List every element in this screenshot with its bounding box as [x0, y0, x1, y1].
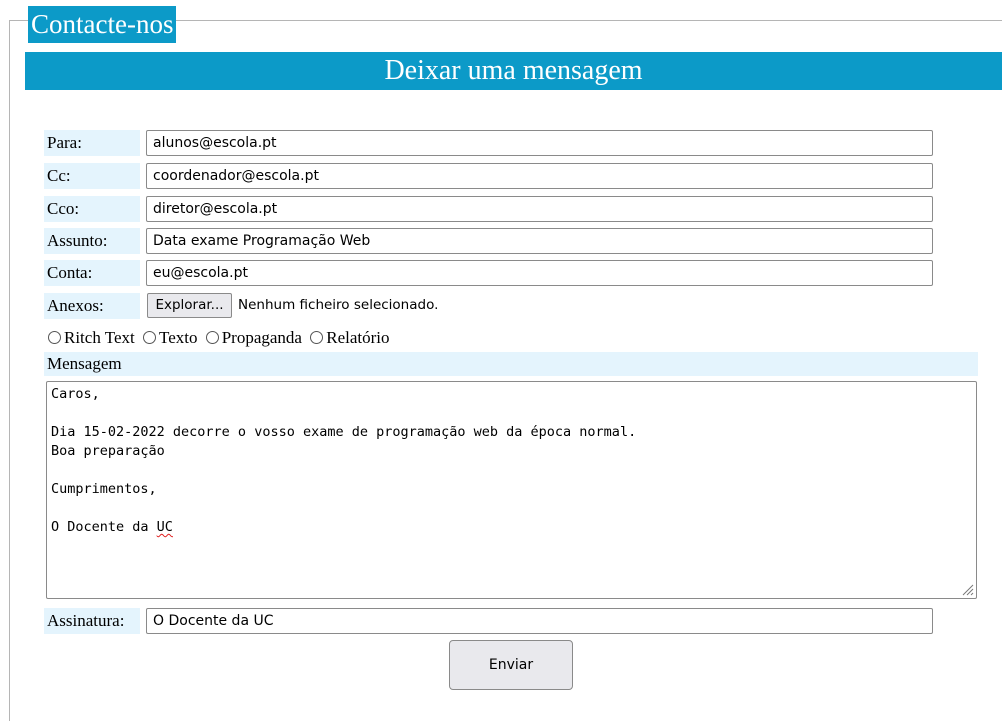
radio-option-relatorio[interactable]: Relatório	[310, 327, 390, 349]
cc-input[interactable]: coordenador@escola.pt	[146, 163, 933, 189]
para-label: Para:	[44, 130, 140, 156]
message-line: Caros,	[51, 386, 100, 402]
radio-button[interactable]	[310, 331, 324, 344]
message-line: Dia 15-02-2022 decorre o vosso exame de …	[51, 424, 637, 440]
cc-label: Cc:	[44, 163, 140, 189]
mensagem-label: Mensagem	[44, 352, 978, 376]
message-textarea[interactable]: Caros, Dia 15-02-2022 decorre o vosso ex…	[46, 381, 977, 599]
cco-input[interactable]: diretor@escola.pt	[146, 196, 933, 222]
resize-grip-icon[interactable]	[960, 582, 974, 596]
radio-button[interactable]	[48, 331, 61, 344]
message-line: Cumprimentos,	[51, 481, 157, 497]
anexos-label: Anexos:	[44, 293, 140, 319]
fieldset-legend: Contacte-nos	[28, 6, 177, 43]
message-line	[51, 499, 972, 518]
radio-button[interactable]	[143, 331, 156, 344]
assinatura-label: Assinatura:	[44, 608, 140, 634]
message-line: O Docente da UC	[51, 518, 972, 537]
assunto-input[interactable]: Data exame Programação Web	[146, 228, 933, 254]
radio-option-propaganda[interactable]: Propaganda	[205, 327, 302, 349]
assunto-label: Assunto:	[44, 228, 140, 254]
message-line	[51, 461, 972, 480]
cco-label: Cco:	[44, 196, 140, 222]
message-type-radio-group: Ritch Text Texto Propaganda Relatório	[48, 327, 394, 349]
assinatura-input[interactable]: O Docente da UC	[146, 608, 933, 634]
conta-label: Conta:	[44, 260, 140, 286]
radio-button[interactable]	[205, 331, 219, 344]
conta-input[interactable]: eu@escola.pt	[146, 260, 933, 286]
file-status-text: Nenhum ficheiro selecionado.	[238, 297, 439, 313]
para-input[interactable]: alunos@escola.pt	[146, 130, 933, 156]
radio-option-ritch-text[interactable]: Ritch Text	[48, 327, 135, 349]
radio-option-texto[interactable]: Texto	[143, 327, 197, 349]
message-line-text: O Docente da	[51, 519, 157, 535]
browse-file-button[interactable]: Explorar...	[147, 293, 232, 318]
message-line: Boa preparação	[51, 443, 165, 459]
send-button[interactable]: Enviar	[449, 640, 573, 690]
message-line	[51, 404, 972, 423]
spellcheck-word: UC	[156, 519, 173, 535]
form-banner: Deixar uma mensagem	[25, 52, 1002, 90]
